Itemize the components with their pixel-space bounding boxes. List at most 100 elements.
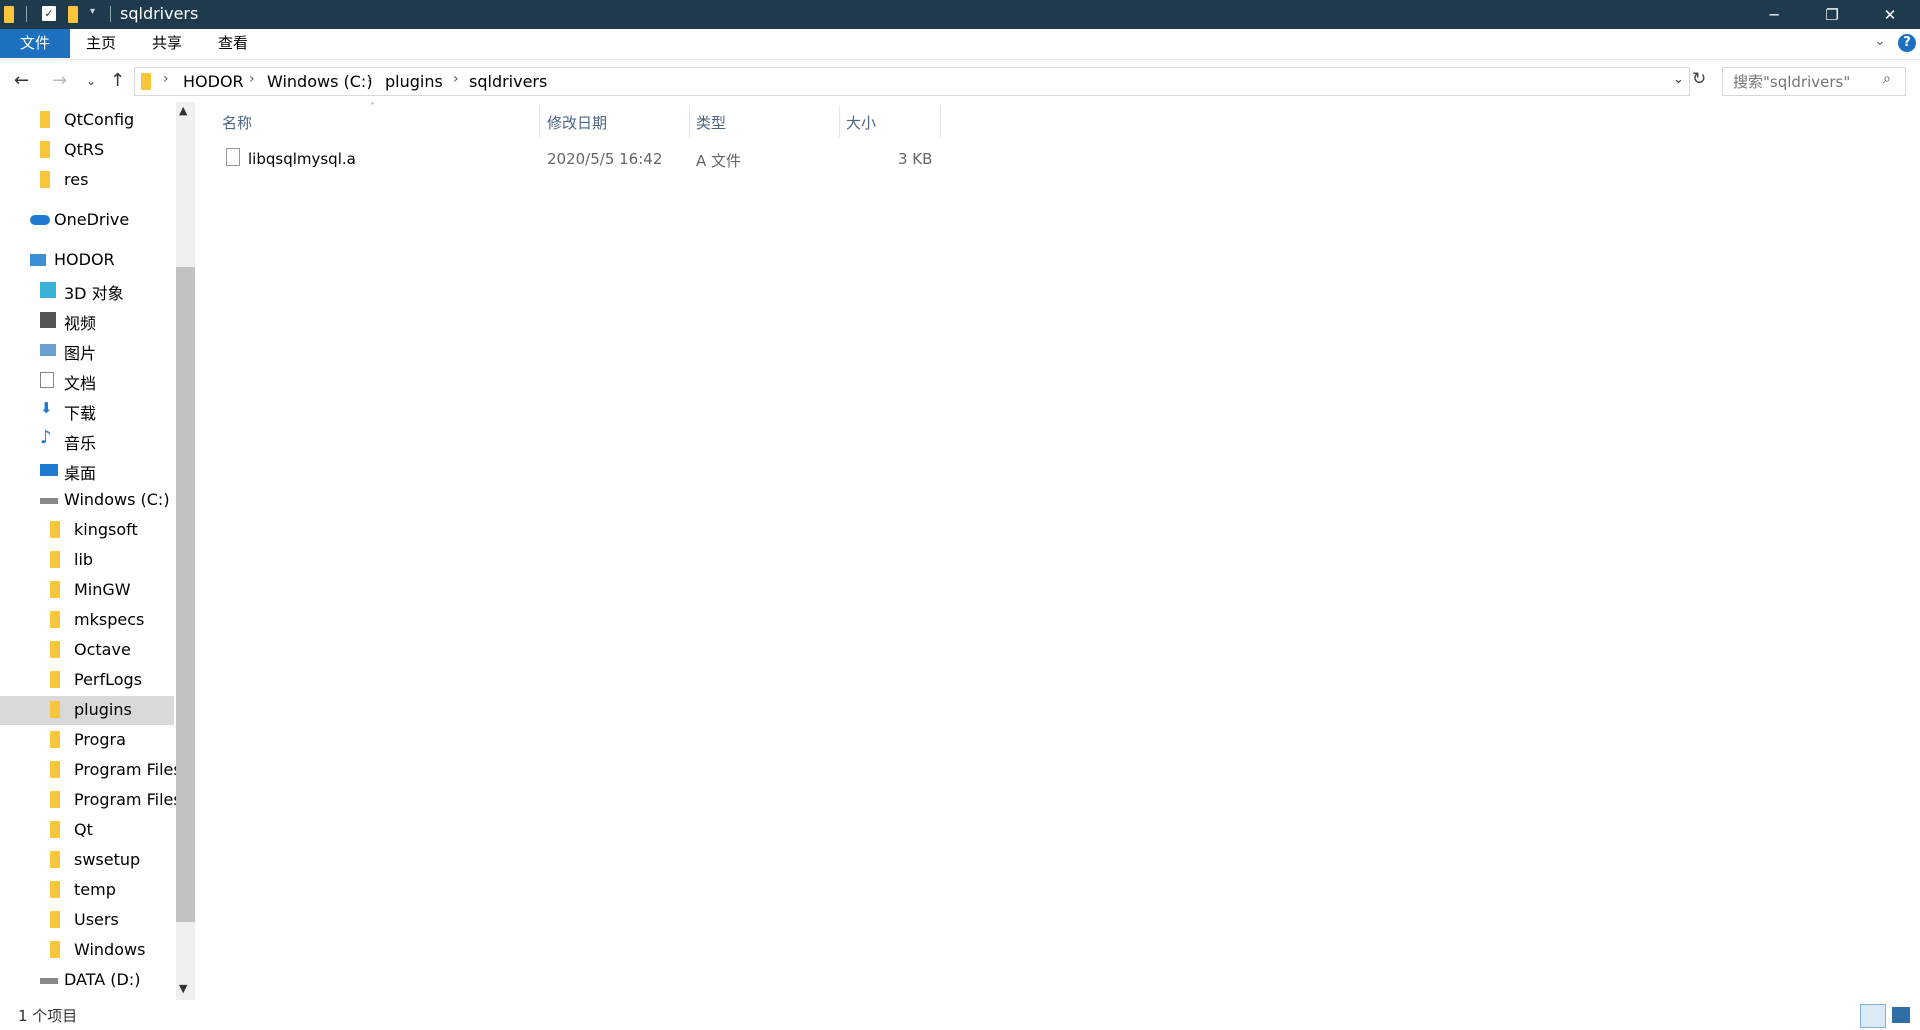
drive-icon: [40, 978, 58, 984]
search-icon[interactable]: ⌕: [1883, 71, 1891, 87]
cloud-icon: [30, 215, 50, 225]
file-icon: [226, 148, 240, 166]
sidebar-item[interactable]: kingsoft: [0, 516, 174, 545]
search-box[interactable]: ⌕: [1722, 67, 1906, 96]
sidebar-item[interactable]: 3D 对象: [0, 276, 174, 305]
sidebar-item[interactable]: Windows (C:): [0, 486, 174, 515]
music-icon: ♪: [40, 427, 52, 448]
sidebar-item[interactable]: temp: [0, 876, 174, 905]
chevron-right-icon[interactable]: ›: [367, 71, 373, 87]
up-arrow-icon[interactable]: ↑: [110, 70, 125, 91]
sidebar-item[interactable]: 视频: [0, 306, 174, 335]
sidebar-item[interactable]: Program Files: [0, 786, 176, 815]
sidebar-item[interactable]: PerfLogs: [0, 666, 174, 695]
sidebar-item[interactable]: 文档: [0, 366, 174, 395]
back-arrow-icon[interactable]: ←: [14, 70, 29, 91]
scroll-up-icon[interactable]: ▲: [179, 104, 187, 117]
expand-ribbon-icon[interactable]: ⌄: [1874, 33, 1886, 49]
tab-home[interactable]: 主页: [72, 29, 130, 58]
sidebar-item[interactable]: Program Files: [0, 756, 176, 785]
sidebar-item-label: 视频: [64, 314, 97, 333]
maximize-button[interactable]: ❐: [1803, 0, 1861, 29]
tab-view[interactable]: 查看: [204, 29, 262, 58]
address-bar[interactable]: › HODOR › Windows (C:) › plugins › sqldr…: [134, 67, 1690, 96]
file-name[interactable]: libqsqlmysql.a: [248, 150, 356, 168]
large-icons-view-icon[interactable]: [1892, 1007, 1910, 1023]
column-divider[interactable]: [689, 106, 690, 138]
sidebar-item[interactable]: swsetup: [0, 846, 174, 875]
properties-icon[interactable]: ✓: [42, 6, 56, 21]
sidebar-item-label: Windows (C:): [64, 490, 170, 509]
sidebar-item[interactable]: res: [0, 166, 174, 195]
chevron-right-icon[interactable]: ›: [249, 71, 255, 87]
desktop-icon: [40, 464, 58, 476]
chevron-right-icon[interactable]: ›: [163, 71, 169, 87]
breadcrumb-windows-c[interactable]: Windows (C:): [267, 72, 373, 91]
column-header-type[interactable]: 类型: [696, 112, 726, 133]
navigation-bar: ← → ⌄ ↑ › HODOR › Windows (C:) › plugins…: [0, 60, 1920, 102]
sidebar-item[interactable]: ♪ 音乐: [0, 426, 174, 455]
scrollbar-thumb[interactable]: [176, 267, 195, 922]
new-folder-icon[interactable]: [68, 6, 78, 23]
sidebar-item[interactable]: plugins: [0, 696, 174, 725]
sidebar-item[interactable]: Qt: [0, 816, 174, 845]
search-input[interactable]: [1731, 72, 1875, 92]
column-header-size[interactable]: 大小: [846, 112, 876, 133]
folder-icon: [50, 821, 60, 838]
sidebar-item-label: QtConfig: [64, 110, 135, 129]
close-button[interactable]: ✕: [1861, 0, 1919, 29]
sidebar-item[interactable]: QtRS: [0, 136, 174, 165]
tab-file[interactable]: 文件: [0, 29, 70, 58]
column-divider[interactable]: [839, 106, 840, 138]
folder-icon: [50, 881, 60, 898]
help-icon[interactable]: ?: [1898, 34, 1916, 52]
ribbon: 文件 主页 共享 查看 ⌄ ?: [0, 29, 1920, 60]
sidebar-item[interactable]: QtConfig: [0, 106, 174, 135]
sidebar-item[interactable]: mkspecs: [0, 606, 174, 635]
column-header-name[interactable]: 名称: [222, 112, 252, 133]
breadcrumb-hodor[interactable]: HODOR: [183, 72, 244, 91]
sidebar-item-label: Progra: [74, 730, 126, 749]
address-dropdown-icon[interactable]: ⌄: [1673, 72, 1684, 87]
recent-locations-icon[interactable]: ⌄: [86, 74, 96, 88]
sidebar-item[interactable]: 图片: [0, 336, 174, 365]
sidebar-item-label: Program Files: [74, 790, 176, 809]
scroll-down-icon[interactable]: ▼: [179, 982, 187, 995]
sidebar-item-label: 3D 对象: [64, 284, 124, 303]
tab-share[interactable]: 共享: [138, 29, 196, 58]
sidebar-item-label: res: [64, 170, 89, 189]
sidebar-item[interactable]: OneDrive: [0, 206, 174, 235]
details-view-icon[interactable]: [1860, 1004, 1886, 1028]
sidebar-item[interactable]: ⬇ 下载: [0, 396, 174, 425]
sidebar-item-label: HODOR: [54, 250, 115, 269]
sidebar-item-label: temp: [74, 880, 116, 899]
sidebar-item[interactable]: MinGW: [0, 576, 174, 605]
folder-icon: [50, 851, 60, 868]
navigation-pane: QtConfig QtRS res OneDrive HODOR 3D 对象视频图片 文档 ⬇…: [0, 102, 176, 1000]
sidebar-item[interactable]: Progra: [0, 726, 174, 755]
sidebar-item-label: kingsoft: [74, 520, 138, 539]
folder-icon: [50, 551, 60, 568]
column-divider[interactable]: [539, 106, 540, 138]
sidebar-item-label: 音乐: [64, 434, 97, 453]
breadcrumb-plugins[interactable]: plugins: [385, 72, 443, 91]
forward-arrow-icon[interactable]: →: [52, 70, 67, 91]
sidebar-item[interactable]: HODOR: [0, 246, 174, 275]
sidebar-item[interactable]: 桌面: [0, 456, 174, 485]
sidebar-item[interactable]: Users: [0, 906, 174, 935]
drive-icon: [40, 498, 58, 504]
sidebar-item[interactable]: Windows: [0, 936, 174, 965]
breadcrumb-sqldrivers[interactable]: sqldrivers: [469, 72, 547, 91]
chevron-right-icon[interactable]: ›: [453, 71, 459, 87]
column-divider[interactable]: [940, 106, 941, 138]
sidebar-item[interactable]: lib: [0, 546, 174, 575]
refresh-icon[interactable]: ↻: [1692, 69, 1706, 89]
navigation-pane-scrollbar[interactable]: ▲ ▼: [176, 102, 195, 1000]
customize-dropdown-icon[interactable]: ▾: [90, 6, 95, 17]
column-header-modified[interactable]: 修改日期: [547, 112, 607, 133]
sidebar-item[interactable]: Octave: [0, 636, 174, 665]
sidebar-item[interactable]: DATA (D:): [0, 966, 174, 995]
sidebar-item-label: MinGW: [74, 580, 131, 599]
minimize-button[interactable]: ─: [1745, 0, 1803, 29]
title-bar: ✓ ▾ sqldrivers ─ ❐ ✕: [0, 0, 1920, 29]
